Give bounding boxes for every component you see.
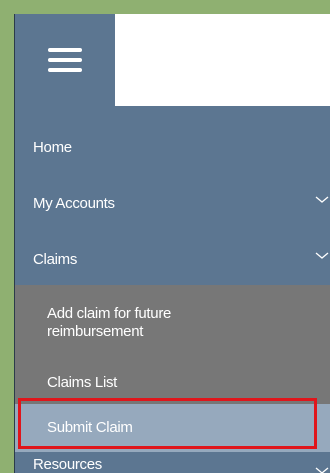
chevron-down-icon (315, 193, 329, 207)
nav-item-label: Claims (33, 250, 78, 268)
sidebar-nav: Home My Accounts Claims Add claim for fu… (15, 106, 330, 473)
nav-item-label: Resources (33, 456, 102, 473)
submenu-item-label: Claims List (47, 374, 118, 391)
app-screen: Home My Accounts Claims Add claim for fu… (14, 14, 330, 473)
submenu-item-claims-list[interactable]: Claims List (15, 365, 330, 401)
nav-item-label: My Accounts (33, 194, 115, 212)
nav-item-resources-row: Resources (15, 454, 330, 473)
nav-item-my-accounts[interactable]: My Accounts (15, 174, 330, 232)
chevron-down-icon (315, 249, 329, 263)
nav-item-home[interactable]: Home (15, 118, 330, 176)
menu-toggle-button[interactable] (15, 14, 115, 106)
chevron-down-icon (315, 464, 329, 473)
nav-item-label: Home (33, 138, 72, 156)
nav-item-resources[interactable]: Resources (15, 452, 330, 473)
nav-item-claims[interactable]: Claims (15, 230, 330, 288)
annotation-highlight-box (18, 398, 317, 449)
hamburger-icon (48, 48, 82, 72)
submenu-item-add-claim[interactable]: Add claim for future reimbursement (15, 301, 255, 345)
app-header (15, 14, 330, 106)
submenu-item-label: Add claim for future reimbursement (47, 305, 172, 340)
